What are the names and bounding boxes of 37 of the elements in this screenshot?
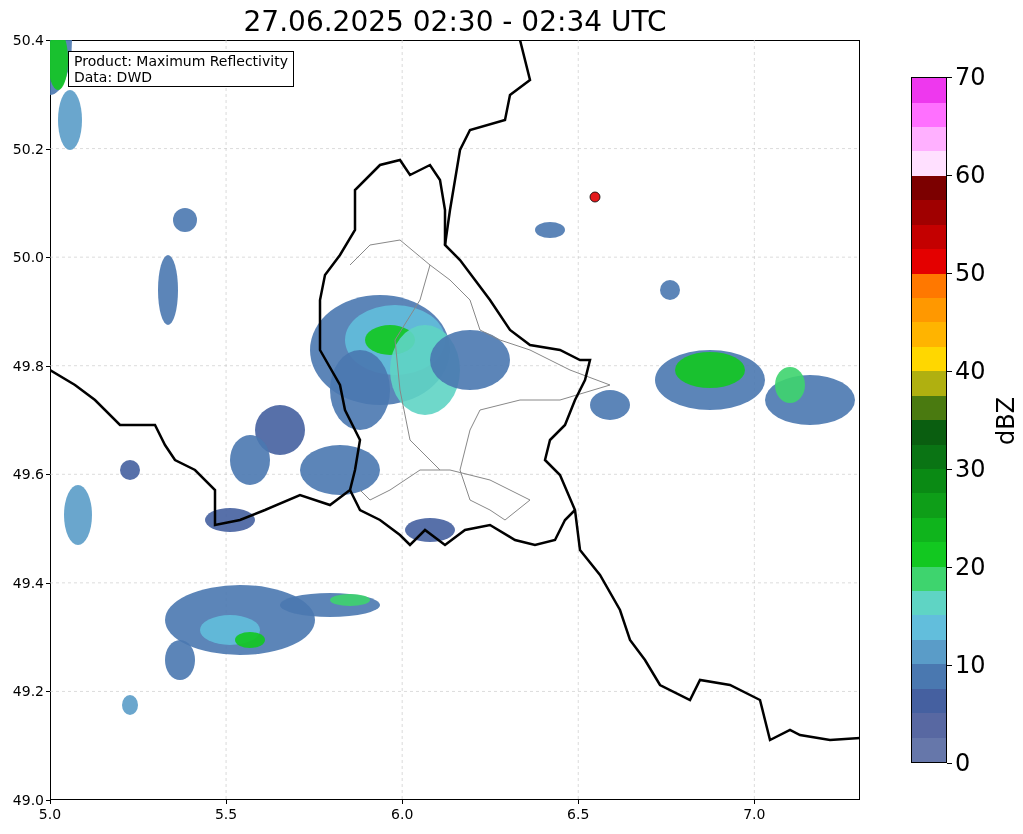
- tick-mark: [46, 365, 50, 367]
- axis-tick-label: 6.5: [566, 806, 591, 822]
- colorbar-tick-label: 20: [955, 554, 986, 580]
- colorbar-tick-label: 10: [955, 652, 986, 678]
- axis-tick-label: 7.0: [742, 806, 767, 822]
- colorbar-tick-label: 50: [955, 260, 986, 286]
- tick-mark: [402, 800, 404, 804]
- axis-tick-label: 49.6: [11, 466, 44, 483]
- tick-mark: [46, 40, 50, 41]
- tick-mark: [46, 582, 50, 584]
- tick-mark: [754, 800, 756, 804]
- axis-tick-label: 50.0: [11, 249, 44, 266]
- tick-mark: [46, 691, 50, 693]
- info-text: Product: Maximum Reflectivity: [74, 53, 288, 69]
- axis-tick-label: 6.0: [390, 806, 415, 822]
- tick-mark: [578, 800, 580, 804]
- info-text: Data: DWD: [74, 69, 153, 85]
- axis-tick-label: 5.5: [213, 806, 239, 822]
- colorbar-tick-label: 30: [955, 456, 986, 482]
- axis-tick-label: 49.4: [11, 574, 44, 591]
- chart-title: 27.06.2025 02:30 - 02:34 UTC: [242, 4, 668, 40]
- axis-tick-label: 50.4: [11, 32, 44, 48]
- axis-tick-label: 50.2: [11, 140, 44, 157]
- tick-mark: [226, 800, 228, 804]
- colorbar-tick-label: 0: [955, 750, 971, 776]
- tick-mark: [46, 148, 50, 150]
- tick-mark: [46, 474, 50, 476]
- axis-tick-label: 5.0: [37, 806, 63, 822]
- colorbar-tick-label: 40: [955, 358, 986, 384]
- tick-mark: [46, 257, 50, 259]
- tick-mark: [947, 763, 952, 764]
- colorbar-tick-label: 70: [955, 64, 986, 90]
- axis-tick-label: 49.8: [11, 357, 44, 374]
- colorbar-tick-label: 60: [955, 162, 986, 188]
- axis-tick-label: 49.2: [11, 683, 44, 700]
- axis-tick-label: 49.0: [11, 792, 44, 808]
- colorbar-label: dBZ: [993, 396, 1020, 446]
